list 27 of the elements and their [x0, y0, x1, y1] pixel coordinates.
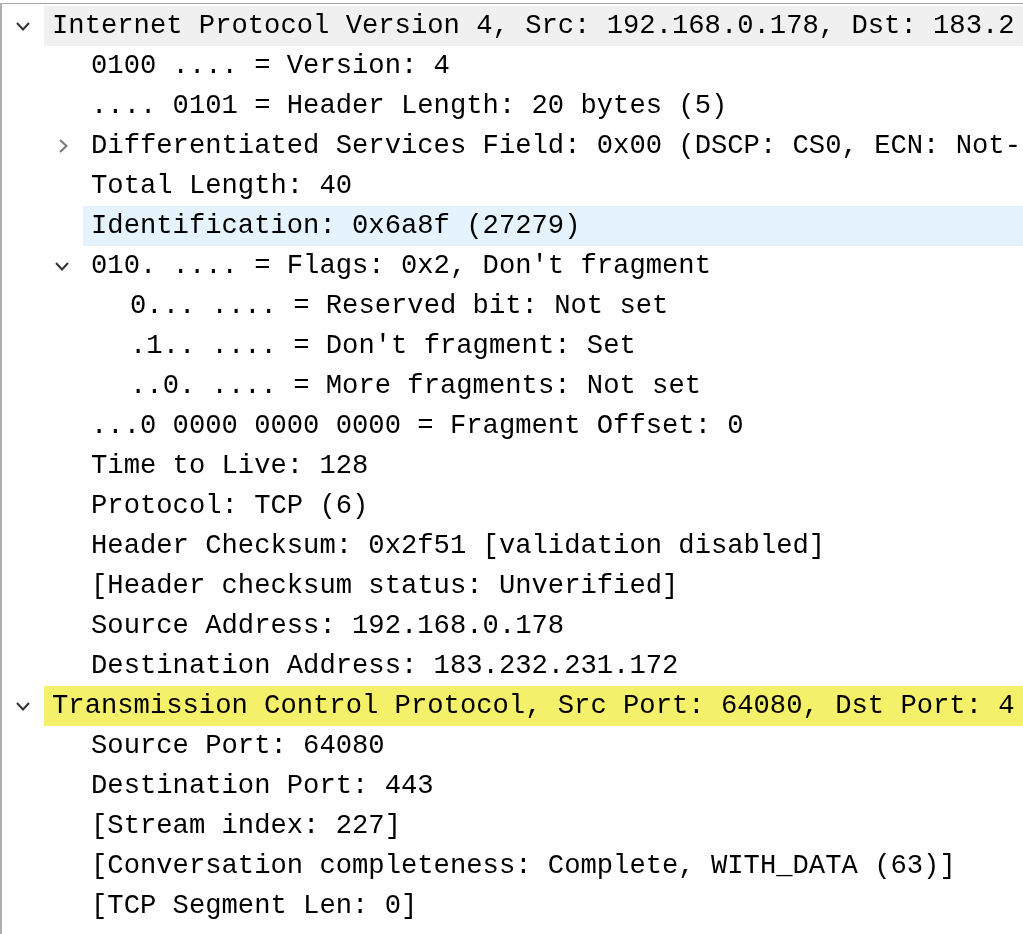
tree-item[interactable]: 010. .... = Flags: 0x2, Don't fragment [83, 246, 713, 286]
chevron-right-icon[interactable] [59, 139, 68, 153]
tree-item[interactable]: Source Port: 64080 [83, 726, 387, 766]
tree-item[interactable]: Transmission Control Protocol, Src Port: 64080, Dst Port: 4 [44, 686, 1023, 726]
tree-item[interactable]: 0... .... = Reserved bit: Not set [122, 286, 671, 326]
chevron-down-icon[interactable] [55, 261, 69, 271]
tree-item[interactable]: [TCP Segment Len: 0] [83, 886, 420, 926]
tree-item[interactable]: Protocol: TCP (6) [83, 486, 371, 526]
tree-item[interactable]: Internet Protocol Version 4, Src: 192.168.0.178, Dst: 183.2 [44, 6, 1023, 46]
tree-item[interactable]: Identification: 0x6a8f (27279) [83, 206, 1023, 246]
tree-item[interactable]: [Header checksum status: Unverified] [83, 566, 681, 606]
tree-item[interactable]: Source Address: 192.168.0.178 [83, 606, 567, 646]
tree-item[interactable]: Total Length: 40 [83, 166, 355, 206]
tree-item[interactable]: Destination Address: 183.232.231.172 [83, 646, 681, 686]
tree-item[interactable]: ...0 0000 0000 0000 = Fragment Offset: 0 [83, 406, 746, 446]
tree-item[interactable]: Differentiated Services Field: 0x00 (DSCP: CS0, ECN: Not- [83, 126, 1023, 166]
chevron-down-icon[interactable] [16, 21, 30, 31]
tree-item[interactable]: Header Checksum: 0x2f51 [validation disabled] [83, 526, 828, 566]
tree-item[interactable]: Destination Port: 443 [83, 766, 436, 806]
tree-item[interactable]: Time to Live: 128 [83, 446, 371, 486]
tree-item[interactable]: 0100 .... = Version: 4 [83, 46, 452, 86]
tree-item[interactable]: .1.. .... = Don't fragment: Set [122, 326, 638, 366]
tree-item[interactable]: [Stream index: 227] [83, 806, 403, 846]
tree-item[interactable]: .... 0101 = Header Length: 20 bytes (5) [83, 86, 730, 126]
tree-item[interactable]: [Conversation completeness: Complete, WITH_DATA (63)] [83, 846, 958, 886]
chevron-down-icon[interactable] [16, 701, 30, 711]
tree-item[interactable]: ..0. .... = More fragments: Not set [122, 366, 704, 406]
